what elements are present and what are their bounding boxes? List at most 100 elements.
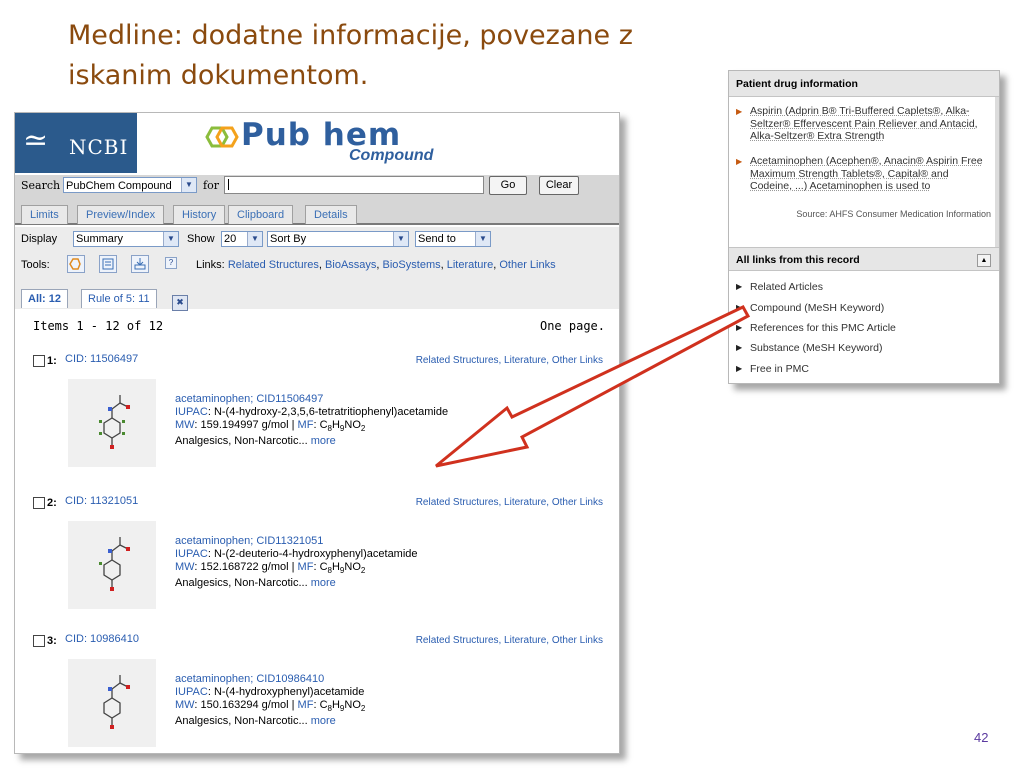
- drug-info-header: Patient drug information: [729, 71, 999, 97]
- result-links[interactable]: Related Structures, Literature, Other Li…: [416, 635, 603, 646]
- show-select-value: 20: [224, 233, 237, 245]
- links-panel-screenshot: Patient drug information ▶ Aspirin (Adpr…: [728, 70, 1000, 384]
- page-number: 42: [974, 730, 989, 745]
- structure-thumbnail[interactable]: [68, 659, 156, 747]
- iupac-value: N-(4-hydroxyphenyl)acetamide: [213, 686, 365, 698]
- slide-title: Medline: dodatne informacije, povezane z…: [68, 20, 633, 91]
- display-select[interactable]: Summary ▼: [73, 231, 179, 247]
- link-label: Substance (MeSH Keyword): [750, 342, 883, 354]
- link-label: Related Articles: [750, 281, 823, 293]
- download-icon[interactable]: [131, 255, 149, 273]
- text-caret: [228, 179, 229, 190]
- show-select[interactable]: 20 ▼: [221, 231, 263, 247]
- scrollbar[interactable]: [995, 97, 999, 247]
- tools-icon[interactable]: ✖: [172, 295, 188, 311]
- chevron-down-icon: ▼: [163, 232, 178, 246]
- result-checkbox[interactable]: [33, 497, 45, 509]
- display-label: Display: [21, 233, 58, 245]
- collapse-icon[interactable]: ▲: [977, 254, 991, 267]
- link-substance-mesh[interactable]: ▶ Substance (MeSH Keyword): [736, 342, 882, 354]
- compound-name-link[interactable]: acetaminophen; CID11321051: [175, 535, 323, 547]
- sort-select[interactable]: Sort By ▼: [267, 231, 409, 247]
- result-cid-link[interactable]: CID: 10986410: [65, 633, 139, 645]
- drug-info-text: Aspirin (Adprin B® Tri-Buffered Caplets®…: [750, 105, 978, 142]
- result-number: 1:: [47, 355, 57, 367]
- pubchem-compound-label: Compound: [349, 147, 434, 164]
- result-summary: acetaminophen; CID11506497 IUPAC: N-(4-h…: [175, 393, 449, 448]
- clipboard-icon[interactable]: [99, 255, 117, 273]
- show-label: Show: [187, 233, 215, 245]
- bullet-arrow-icon: ▶: [736, 343, 743, 352]
- tab-details[interactable]: Details: [305, 205, 357, 224]
- all-links-title: All links from this record: [736, 254, 860, 266]
- chevron-down-icon: ▼: [475, 232, 490, 246]
- result-cid-link[interactable]: CID: 11506497: [65, 353, 138, 365]
- tab-clipboard[interactable]: Clipboard: [228, 205, 294, 224]
- link-label: References for this PMC Article: [750, 322, 896, 334]
- link-free-in-pmc[interactable]: ▶ Free in PMC: [736, 363, 809, 375]
- links-row: Links: Related Structures, BioAssays, Bi…: [196, 259, 556, 271]
- result-item: 2: CID: 11321051 Related Structures, Lit…: [15, 495, 619, 635]
- drug-info-item[interactable]: ▶ Acetaminophen (Acephen®, Anacin® Aspir…: [736, 155, 988, 193]
- clear-button[interactable]: Clear: [539, 176, 579, 195]
- more-link[interactable]: more: [311, 715, 336, 727]
- mw-value: 152.168722 g/mol: [200, 561, 289, 573]
- tab-rule-of-5[interactable]: Rule of 5: 11: [81, 289, 157, 308]
- result-cid-link[interactable]: CID: 11321051: [65, 495, 138, 507]
- mw-value: 150.163294 g/mol: [200, 699, 289, 711]
- bullet-arrow-icon: ▶: [736, 282, 743, 291]
- more-link[interactable]: more: [311, 435, 336, 447]
- result-checkbox[interactable]: [33, 635, 45, 647]
- all-links-header: All links from this record ▲: [729, 247, 999, 271]
- link-related-articles[interactable]: ▶ Related Articles: [736, 281, 823, 293]
- mf-label: MF: [297, 561, 314, 573]
- drug-info-item[interactable]: ▶ Aspirin (Adprin B® Tri-Buffered Caplet…: [736, 105, 988, 143]
- link-biosystems[interactable]: BioSystems: [383, 259, 441, 271]
- iupac-label: IUPAC: [175, 406, 208, 418]
- structure-search-icon[interactable]: [67, 255, 85, 273]
- search-input[interactable]: [224, 176, 484, 194]
- chevron-down-icon: ▼: [247, 232, 262, 246]
- mf-value: C8H9NO2: [319, 419, 366, 434]
- tab-all[interactable]: All: 12: [21, 289, 69, 308]
- iupac-label: IUPAC: [175, 548, 208, 560]
- pharm-class: Analgesics, Non-Narcotic...: [175, 435, 308, 448]
- tab-limits[interactable]: Limits: [21, 205, 68, 224]
- result-summary: acetaminophen; CID11321051 IUPAC: N-(2-d…: [175, 535, 418, 590]
- database-select[interactable]: PubChem Compound ▼: [63, 177, 197, 193]
- link-bioassays[interactable]: BioAssays: [325, 259, 376, 271]
- go-button[interactable]: Go: [489, 176, 527, 195]
- ncbi-logo[interactable]: ≃ NCBI: [15, 113, 137, 173]
- result-links[interactable]: Related Structures, Literature, Other Li…: [416, 355, 603, 366]
- link-other-links[interactable]: Other Links: [499, 259, 555, 271]
- send-to-select[interactable]: Send to ▼: [415, 231, 491, 247]
- mw-label: MW: [175, 561, 195, 573]
- pharm-class: Analgesics, Non-Narcotic...: [175, 577, 308, 590]
- tab-preview-index[interactable]: Preview/Index: [77, 205, 165, 224]
- bullet-arrow-icon: ▶: [736, 303, 743, 312]
- structure-thumbnail[interactable]: [68, 379, 156, 467]
- result-checkbox[interactable]: [33, 355, 45, 367]
- result-links[interactable]: Related Structures, Literature, Other Li…: [416, 497, 603, 508]
- more-link[interactable]: more: [311, 577, 336, 589]
- pubchem-header: ≃ NCBI Pub hem Compound: [15, 113, 619, 175]
- mw-label: MW: [175, 699, 195, 711]
- page-count: One page.: [539, 319, 605, 333]
- compound-name-link[interactable]: acetaminophen; CID11506497: [175, 393, 323, 405]
- link-related-structures[interactable]: Related Structures: [228, 259, 319, 271]
- mf-value: C8H9NO2: [319, 561, 366, 576]
- molecule-structure-icon: [99, 537, 130, 591]
- structure-thumbnail[interactable]: [68, 521, 156, 609]
- link-compound-mesh[interactable]: ▶ Compound (MeSH Keyword): [736, 302, 884, 314]
- pubchem-screenshot: ≃ NCBI Pub hem Compound Search PubChem C…: [14, 112, 620, 754]
- link-literature[interactable]: Literature: [447, 259, 493, 271]
- result-summary: acetaminophen; CID10986410 IUPAC: N-(4-h…: [175, 673, 366, 728]
- help-icon[interactable]: ?: [165, 257, 177, 269]
- tab-history[interactable]: History: [173, 205, 226, 224]
- link-pmc-references[interactable]: ▶ References for this PMC Article: [736, 322, 896, 334]
- database-select-value: PubChem Compound: [66, 180, 172, 192]
- ncbi-helix-icon: ≃: [23, 123, 49, 158]
- tabs-row: Limits Preview/Index History Clipboard D…: [15, 197, 619, 225]
- mf-label: MF: [297, 419, 314, 431]
- compound-name-link[interactable]: acetaminophen; CID10986410: [175, 673, 324, 685]
